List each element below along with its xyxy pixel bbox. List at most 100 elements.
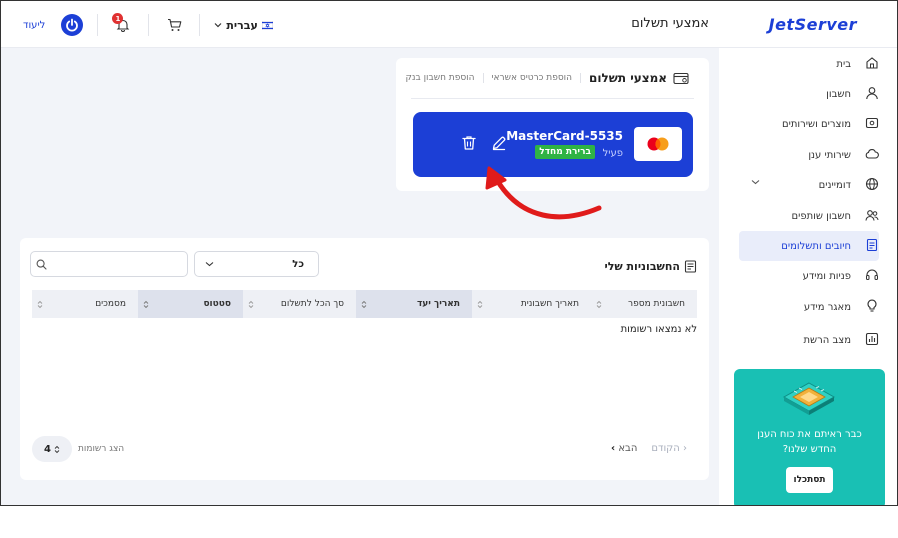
column-status[interactable]: סטטוס (138, 290, 243, 318)
chart-icon (865, 332, 879, 346)
sidebar-item-cloud[interactable]: שירותי ענן (739, 140, 879, 170)
sidebar-item-products[interactable]: מוצרים ושירותים (739, 109, 879, 139)
tab-add-bank-account[interactable]: הוספת חשבון בנק (398, 73, 484, 83)
column-invoice-number[interactable]: חשבונית מספר (591, 290, 697, 318)
payment-methods-card: אמצעי תשלום הוספת כרטיס אשראי הוספת חשבו… (396, 58, 709, 191)
chevron-down-icon (205, 262, 214, 267)
document-icon (684, 260, 697, 273)
divider (411, 98, 694, 99)
chip-illustration-icon (782, 382, 836, 415)
chevron-down-icon (751, 180, 760, 185)
sidebar-item-label: חשבון שותפים (791, 210, 851, 222)
next-page-button[interactable]: הבא › (611, 443, 637, 454)
tab-add-credit-card[interactable]: הוספת כרטיס אשראי (484, 73, 581, 83)
users-icon (865, 210, 879, 221)
prev-page-button[interactable]: ‹ הקודם (651, 443, 687, 454)
search-box[interactable] (30, 251, 188, 277)
promo-line-2: החדש שלנו? (782, 444, 837, 455)
divider (97, 14, 99, 36)
column-due-date[interactable]: תאריך יעד (356, 290, 472, 318)
invoices-card: החשבוניות שלי כל חשבונית מספר תאריך חשבו… (20, 238, 709, 480)
promo-text: כבר ראיתם את כוח הענן החדש שלנו? (734, 427, 885, 457)
search-input[interactable] (49, 252, 187, 276)
chevron-down-icon (214, 23, 222, 28)
table-header: חשבונית מספר תאריך חשבונית תאריך יעד סך … (32, 290, 697, 318)
home-icon (866, 57, 878, 69)
column-invoice-date[interactable]: תאריך חשבונית (472, 290, 591, 318)
power-icon (66, 18, 79, 32)
payment-methods-header: אמצעי תשלום הוספת כרטיס אשראי הוספת חשבו… (396, 58, 709, 98)
sort-icon (37, 300, 43, 309)
sidebar-item-label: שירותי ענן (808, 149, 851, 161)
rows-per-page: 4 הצג רשומות (32, 436, 124, 462)
language-selector[interactable]: עברית (214, 19, 273, 32)
sort-icon (596, 300, 602, 309)
app-window: JetServer אמצעי תשלום ליעוד 1 עברית בית … (0, 0, 898, 506)
logo[interactable]: JetServer (769, 15, 857, 34)
sidebar-item-partners[interactable]: חשבון שותפים (739, 201, 879, 231)
sort-icon (477, 300, 483, 309)
trash-icon (462, 136, 476, 150)
sidebar-item-label: מוצרים ושירותים (781, 118, 851, 130)
status-filter-select[interactable]: כל (194, 251, 319, 277)
column-label: סטטוס (203, 299, 231, 309)
sidebar-item-network-status[interactable]: מצב הרשת (739, 325, 879, 355)
mastercard-icon (647, 137, 669, 151)
empty-state-text: לא נמצאו רשומות (620, 324, 697, 335)
sidebar-item-support[interactable]: פניות ומידע (739, 261, 879, 291)
sidebar-item-label: בית (836, 58, 851, 70)
column-label: חשבונית מספר (628, 299, 685, 309)
column-label: מסמכים (95, 299, 126, 309)
pencil-icon (492, 136, 506, 151)
credit-card: MasterCard-5535 פעיל ברירת מחדל (413, 112, 693, 177)
column-total[interactable]: סך הכל לתשלום (243, 290, 356, 318)
globe-icon (865, 177, 879, 191)
promo-button[interactable]: תסתכלו (786, 467, 833, 493)
user-icon (866, 87, 878, 100)
rows-per-page-label: הצג רשומות (78, 444, 125, 454)
box-icon (865, 117, 879, 129)
sidebar-item-label: דומיינים (818, 179, 851, 191)
default-badge: ברירת מחדל (535, 145, 595, 159)
card-name: MasterCard-5535 (506, 129, 623, 143)
column-label: סך הכל לתשלום (280, 299, 344, 309)
delete-card-button[interactable] (460, 134, 478, 152)
pagination: ‹ הקודם הבא › (611, 443, 687, 454)
sidebar-item-domains[interactable]: דומיינים (739, 170, 879, 200)
main-content: אמצעי תשלום הוספת כרטיס אשראי הוספת חשבו… (1, 48, 719, 505)
prev-label: הקודם (651, 443, 680, 454)
sidebar-item-billing[interactable]: חיובים ותשלומים (739, 231, 879, 261)
lightbulb-icon (867, 299, 877, 312)
cloud-icon (865, 149, 879, 159)
logout-button[interactable] (61, 14, 84, 36)
sort-icon (248, 300, 254, 309)
cart-icon (167, 18, 182, 31)
edit-card-button[interactable] (490, 134, 508, 152)
headset-icon (866, 269, 878, 280)
cart-button[interactable] (163, 14, 185, 36)
top-actions: ליעוד 1 עברית (19, 13, 273, 37)
sidebar-item-home[interactable]: בית (739, 49, 879, 79)
wallet-icon (673, 72, 689, 84)
column-label: תאריך יעד (416, 299, 460, 309)
logout-label[interactable]: ליעוד (23, 20, 45, 31)
promo-card: כבר ראיתם את כוח הענן החדש שלנו? תסתכלו (734, 369, 885, 505)
rows-per-page-value: 4 (44, 443, 51, 455)
sidebar-item-knowledge[interactable]: מאגר מידע (739, 292, 879, 322)
next-label: הבא (618, 443, 638, 454)
sidebar-item-label: מצב הרשת (803, 334, 851, 346)
column-label: תאריך חשבונית (520, 299, 579, 309)
rows-per-page-select[interactable]: 4 (32, 436, 72, 462)
sidebar-item-account[interactable]: חשבון (739, 79, 879, 109)
column-documents[interactable]: מסמכים (32, 290, 138, 318)
sidebar-item-label: מאגר מידע (803, 301, 851, 313)
invoices-header: החשבוניות שלי (604, 260, 697, 273)
top-bar: JetServer אמצעי תשלום ליעוד 1 עברית (1, 1, 897, 48)
sidebar-item-label: פניות ומידע (802, 270, 851, 282)
payment-methods-title: אמצעי תשלום (589, 71, 667, 85)
mastercard-logo (634, 127, 682, 161)
page-title: אמצעי תשלום (631, 16, 709, 31)
divider (199, 14, 201, 36)
notifications-button[interactable]: 1 (112, 13, 134, 36)
israel-flag-icon (261, 20, 273, 30)
